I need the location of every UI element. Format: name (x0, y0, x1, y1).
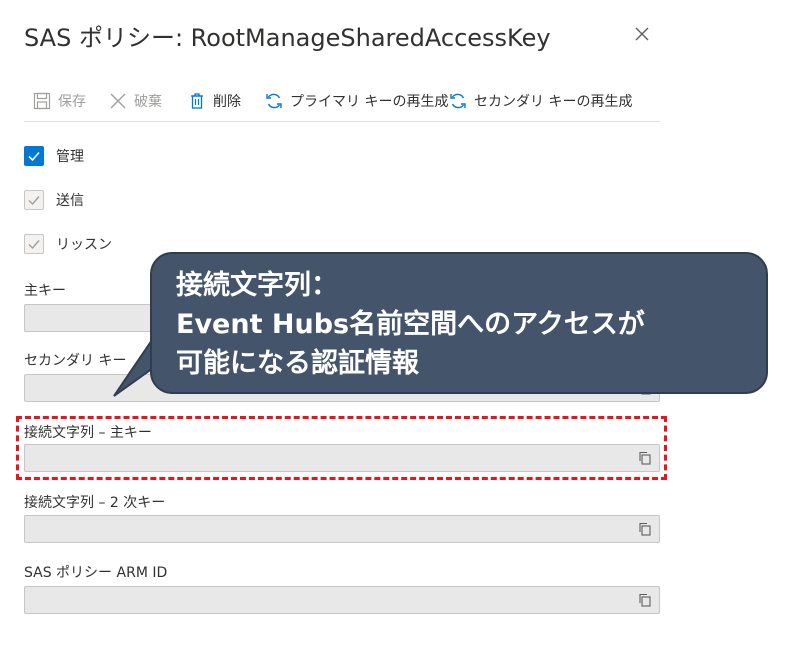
regenerate-primary-button[interactable]: プライマリ キーの再生成 (264, 90, 448, 112)
copy-icon[interactable] (637, 592, 653, 608)
page-title: SAS ポリシー: RootManageSharedAccessKey (24, 24, 551, 52)
callout-line-1: 接続文字列： (176, 270, 338, 301)
trash-icon (191, 93, 203, 109)
listen-label: リッスン (56, 237, 112, 253)
checkbox-checked-icon (24, 190, 44, 210)
delete-button[interactable]: 削除 (187, 90, 241, 112)
primary-key-label: 主キー (24, 283, 66, 299)
save-button[interactable]: 保存 (32, 90, 86, 112)
regenerate-secondary-label: セカンダリ キーの再生成 (474, 94, 633, 110)
arm-id-field[interactable] (24, 586, 660, 614)
manage-label: 管理 (56, 149, 84, 165)
callout-line-3: 可能になる認証情報 (176, 348, 419, 379)
highlight-box (16, 416, 667, 480)
send-label: 送信 (56, 193, 84, 209)
regenerate-primary-label: プライマリ キーの再生成 (290, 94, 449, 110)
callout-line-2: Event Hubs名前空間へのアクセスが (176, 309, 645, 340)
discard-icon (110, 93, 126, 109)
manage-checkbox[interactable]: 管理 (24, 146, 84, 166)
connection-string-secondary-label: 接続文字列 – 2 次キー (24, 495, 166, 511)
arm-id-label: SAS ポリシー ARM ID (24, 565, 168, 581)
regenerate-secondary-button[interactable]: セカンダリ キーの再生成 (448, 90, 632, 112)
connection-string-secondary-field[interactable] (24, 515, 660, 543)
refresh-icon (266, 93, 282, 109)
checkbox-checked-icon (24, 234, 44, 254)
discard-label: 破棄 (134, 94, 162, 110)
save-icon (33, 92, 51, 110)
refresh-icon (450, 93, 466, 109)
discard-button[interactable]: 破棄 (108, 90, 162, 112)
close-icon[interactable] (630, 22, 654, 46)
callout-annotation: 接続文字列： Event Hubs名前空間へのアクセスが 可能になる認証情報 (150, 252, 768, 394)
delete-label: 削除 (213, 94, 241, 110)
send-checkbox[interactable]: 送信 (24, 190, 84, 210)
checkbox-checked-icon (24, 146, 44, 166)
copy-icon[interactable] (637, 521, 653, 537)
listen-checkbox[interactable]: リッスン (24, 234, 112, 254)
save-label: 保存 (58, 94, 86, 110)
command-bar: 保存 破棄 削除 プライマリ キーの再生成 セカンダリ キーの再生成 (24, 84, 660, 122)
